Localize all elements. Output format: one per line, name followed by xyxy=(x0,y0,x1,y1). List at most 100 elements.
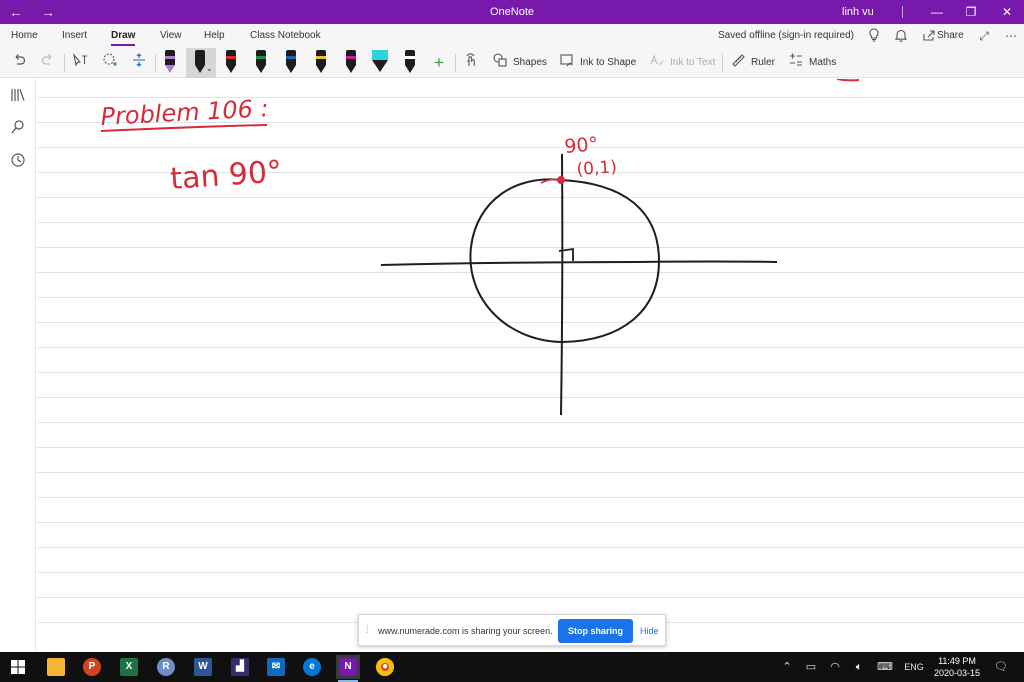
lightbulb-icon[interactable] xyxy=(866,28,882,44)
battery-icon[interactable]: ▭ xyxy=(802,652,820,682)
undo-icon[interactable] xyxy=(9,52,29,74)
type-select-icon[interactable] xyxy=(70,52,90,74)
onenote-window: ← → OneNote linh vu — ❐ ✕ Home Insert Dr… xyxy=(0,0,1024,682)
stop-sharing-button[interactable]: Stop sharing xyxy=(558,619,633,643)
user-name[interactable]: linh vu xyxy=(842,0,874,24)
close-icon[interactable]: ✕ xyxy=(990,0,1024,24)
volume-icon[interactable]: 🔈︎ xyxy=(850,652,868,682)
share-message: www.numerade.com is sharing your screen. xyxy=(378,626,553,636)
unit-circle xyxy=(469,178,661,344)
share-icon[interactable] xyxy=(921,28,937,44)
clock-date: 2020-03-15 xyxy=(933,668,981,678)
ribbon-tabs: Home Insert Draw View Help Class Noteboo… xyxy=(0,24,1024,48)
language-indicator[interactable]: ENG xyxy=(900,652,928,682)
recent-notes-clock-icon[interactable] xyxy=(9,152,27,170)
tab-draw[interactable]: Draw xyxy=(111,24,136,48)
pen-magenta[interactable] xyxy=(340,48,362,78)
word-icon[interactable]: W xyxy=(191,655,215,679)
mail-icon[interactable]: ✉ xyxy=(264,655,288,679)
tab-help[interactable]: Help xyxy=(204,24,225,48)
pen-lavender[interactable] xyxy=(159,48,181,78)
title-divider xyxy=(902,6,903,18)
notifications-icon[interactable]: 🗨︎ xyxy=(992,652,1010,682)
toolbar-divider xyxy=(455,54,456,72)
lasso-select-icon[interactable] xyxy=(100,52,120,74)
point-0-1 xyxy=(557,176,565,184)
tab-view[interactable]: View xyxy=(160,24,182,48)
right-angle-mark xyxy=(558,247,574,261)
pen-yellow[interactable] xyxy=(310,48,332,78)
redo-icon[interactable] xyxy=(38,52,58,74)
pen-color-swatch xyxy=(316,56,326,59)
pen-color-swatch xyxy=(165,56,175,59)
restore-icon[interactable]: ❐ xyxy=(954,0,988,24)
ruler-button[interactable]: Ruler xyxy=(751,52,775,74)
pen-green[interactable] xyxy=(250,48,272,78)
notebooks-icon[interactable] xyxy=(9,87,27,105)
minimize-icon[interactable]: — xyxy=(920,0,954,24)
tab-insert[interactable]: Insert xyxy=(62,24,87,48)
expand-icon[interactable]: ⤢ xyxy=(976,28,992,44)
highlighter-cyan[interactable] xyxy=(367,48,393,78)
pen-black-selected[interactable]: ⌄ xyxy=(186,48,216,78)
pen-white[interactable] xyxy=(399,48,421,78)
search-icon[interactable] xyxy=(9,119,27,137)
touch-draw-icon[interactable] xyxy=(461,52,481,74)
tray-chevron-up-icon[interactable]: ⌃ xyxy=(778,652,796,682)
pen-color-swatch xyxy=(346,56,356,59)
onenote-taskbar-icon[interactable]: N xyxy=(336,655,360,682)
pen-color-swatch xyxy=(286,56,296,59)
bell-icon[interactable] xyxy=(893,28,909,44)
y-axis xyxy=(560,153,564,416)
toolbar-divider xyxy=(64,54,65,72)
maths-button[interactable]: Maths xyxy=(809,52,836,74)
hide-link[interactable]: Hide xyxy=(640,615,659,647)
note-canvas[interactable]: Problem 106 : tan 90° 90° (0,1) xyxy=(37,79,1024,652)
navigation-rail xyxy=(0,79,36,652)
keyboard-icon[interactable]: ⌨ xyxy=(874,652,896,682)
wifi-icon[interactable]: ◠ xyxy=(826,652,844,682)
media-app-icon[interactable]: ▟ xyxy=(228,655,252,679)
ink-to-text-button: Ink to Text xyxy=(670,57,716,68)
ink-to-shape-button[interactable]: Ink to Shape xyxy=(580,52,636,74)
pen-color-swatch xyxy=(226,56,236,59)
more-icon[interactable]: ⋯ xyxy=(1003,28,1019,44)
point-label: (0,1) xyxy=(576,157,618,180)
toolbar-divider xyxy=(722,54,723,72)
screen-share-notice: ⁞ www.numerade.com is sharing your scree… xyxy=(358,614,666,646)
toolbar-divider xyxy=(155,54,156,72)
ink-layer: Problem 106 : tan 90° 90° (0,1) xyxy=(100,79,860,416)
chevron-down-icon[interactable]: ⌄ xyxy=(206,64,213,73)
chrome-icon[interactable]: ● xyxy=(373,655,397,679)
pen-color-swatch xyxy=(405,56,415,59)
draw-toolbar: ⌄ + Shapes Ink to Shape Ink to Text Rule… xyxy=(0,48,1024,78)
edge-browser-icon[interactable]: e xyxy=(300,655,324,679)
expression-tan-90: tan 90° xyxy=(169,154,283,197)
add-space-icon[interactable] xyxy=(129,52,149,74)
excel-icon[interactable]: X xyxy=(117,655,141,679)
angle-label: 90° xyxy=(564,133,599,158)
file-explorer-icon[interactable] xyxy=(44,655,68,679)
ink-to-shape-icon[interactable] xyxy=(558,52,576,74)
tab-class-notebook[interactable]: Class Notebook xyxy=(250,24,321,48)
title-bar: ← → OneNote linh vu — ❐ ✕ xyxy=(0,0,1024,24)
ruler-icon[interactable] xyxy=(729,52,747,74)
share-button[interactable]: Share xyxy=(937,24,964,48)
drag-handle-icon[interactable]: ⁞ xyxy=(366,625,369,636)
shapes-button[interactable]: Shapes xyxy=(513,52,547,74)
ink-to-text-icon xyxy=(648,52,666,74)
stray-ink-stroke xyxy=(836,79,860,82)
x-axis xyxy=(380,260,778,266)
clock-time: 11:49 PM xyxy=(938,656,976,666)
tab-home[interactable]: Home xyxy=(11,24,38,48)
add-pen-icon[interactable]: + xyxy=(430,52,448,74)
r-app-icon[interactable]: R xyxy=(154,655,178,679)
windows-taskbar: P X R W ▟ ✉ e N ● ⌃ ▭ ◠ 🔈︎ ⌨ ENG 11:49 P… xyxy=(0,652,1024,682)
powerpoint-icon[interactable]: P xyxy=(80,655,104,679)
pen-blue[interactable] xyxy=(280,48,302,78)
shapes-icon[interactable] xyxy=(491,52,509,74)
clock[interactable]: 11:49 PM 2020-03-15 xyxy=(926,655,988,679)
windows-start-icon[interactable] xyxy=(6,655,30,679)
pen-red[interactable] xyxy=(220,48,242,78)
maths-icon[interactable] xyxy=(786,52,806,74)
